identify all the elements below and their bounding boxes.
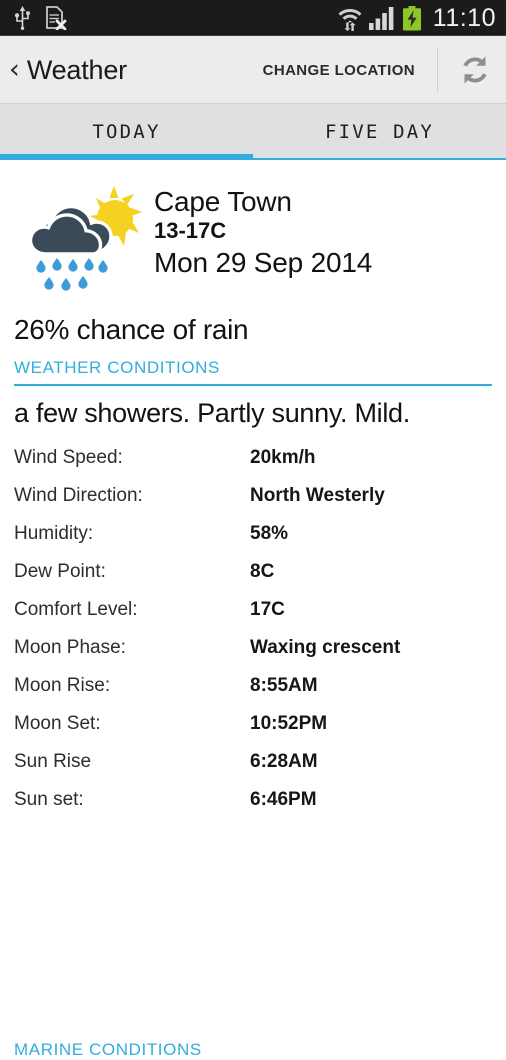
table-row: Dew Point: 8C: [0, 561, 506, 599]
status-bar-right-icons: 11:10: [338, 5, 496, 31]
today-panel: Cape Town 13-17C Mon 29 Sep 2014 26% cha…: [0, 160, 506, 1059]
detail-value: 8:55AM: [250, 675, 318, 696]
detail-value: 6:28AM: [250, 751, 318, 772]
detail-value: 20km/h: [250, 447, 316, 468]
action-bar: ‹ Weather CHANGE LOCATION: [0, 36, 506, 104]
location-name: Cape Town: [154, 186, 292, 217]
tab-five-day[interactable]: FIVE DAY: [253, 104, 506, 160]
action-bar-divider: [437, 48, 438, 92]
cellular-signal-icon: [368, 7, 394, 30]
refresh-button[interactable]: [444, 39, 506, 101]
refresh-icon: [463, 56, 487, 84]
back-chevron-icon: ‹: [9, 53, 20, 85]
detail-label: Dew Point:: [14, 561, 106, 582]
table-row: Moon Set: 10:52PM: [0, 713, 506, 751]
tab-five-day-label: FIVE DAY: [324, 121, 435, 143]
detail-label: Sun Rise: [14, 751, 92, 772]
detail-label: Sun set:: [14, 789, 84, 810]
table-row: Wind Direction: North Westerly: [0, 485, 506, 523]
no-sim-card-icon: [46, 6, 67, 30]
wifi-transfer-icon: [338, 9, 362, 31]
detail-label: Comfort Level:: [14, 599, 138, 620]
detail-label: Moon Rise:: [14, 675, 111, 696]
status-bar-clock: 11:10: [432, 3, 496, 32]
detail-label: Wind Direction:: [14, 485, 143, 506]
detail-label: Humidity:: [14, 523, 94, 544]
table-row: Moon Rise: 8:55AM: [0, 675, 506, 713]
conditions-description: a few showers. Partly sunny. Mild.: [14, 398, 410, 428]
table-row: Comfort Level: 17C: [0, 599, 506, 637]
tab-today-label: TODAY: [92, 121, 161, 143]
detail-label: Moon Phase:: [14, 637, 126, 658]
detail-value: 10:52PM: [250, 713, 328, 734]
detail-value: Waxing crescent: [250, 637, 401, 658]
table-row: Wind Speed: 20km/h: [0, 447, 506, 485]
table-row: Sun Rise 6:28AM: [0, 751, 506, 789]
temperature-range: 13-17C: [154, 218, 227, 244]
rain-chance-text: 26% chance of rain: [14, 314, 249, 345]
weather-summary: Cape Town 13-17C Mon 29 Sep 2014: [0, 160, 506, 298]
usb-icon: [14, 6, 30, 30]
change-location-button[interactable]: CHANGE LOCATION: [253, 54, 425, 87]
page-title: Weather: [26, 54, 127, 85]
battery-charging-icon: [402, 5, 421, 30]
forecast-date: Mon 29 Sep 2014: [154, 246, 373, 278]
detail-value: 58%: [250, 523, 289, 544]
detail-label: Moon Set:: [14, 713, 101, 734]
detail-value: 6:46PM: [250, 789, 317, 810]
detail-value: 17C: [250, 599, 285, 620]
marine-conditions-header: MARINE CONDITIONS: [14, 1040, 202, 1059]
detail-label: Wind Speed:: [14, 447, 123, 468]
weather-detail-list: Wind Speed: 20km/h Wind Direction: North…: [0, 429, 506, 827]
detail-value: 8C: [250, 561, 275, 582]
detail-value: North Westerly: [250, 485, 385, 506]
summary-text-block: Cape Town 13-17C Mon 29 Sep 2014: [154, 172, 372, 280]
table-row: Moon Phase: Waxing crescent: [0, 637, 506, 675]
back-button[interactable]: ‹ Weather: [0, 55, 127, 86]
table-row: Humidity: 58%: [0, 523, 506, 561]
sun-behind-rain-cloud-icon: [28, 186, 142, 291]
status-bar: 11:10: [0, 0, 506, 36]
tab-bar: TODAY FIVE DAY: [0, 104, 506, 160]
status-bar-left-icons: [14, 6, 67, 30]
tab-today[interactable]: TODAY: [0, 104, 253, 160]
table-row: Sun set: 6:46PM: [0, 789, 506, 827]
weather-conditions-header: WEATHER CONDITIONS: [14, 358, 492, 386]
